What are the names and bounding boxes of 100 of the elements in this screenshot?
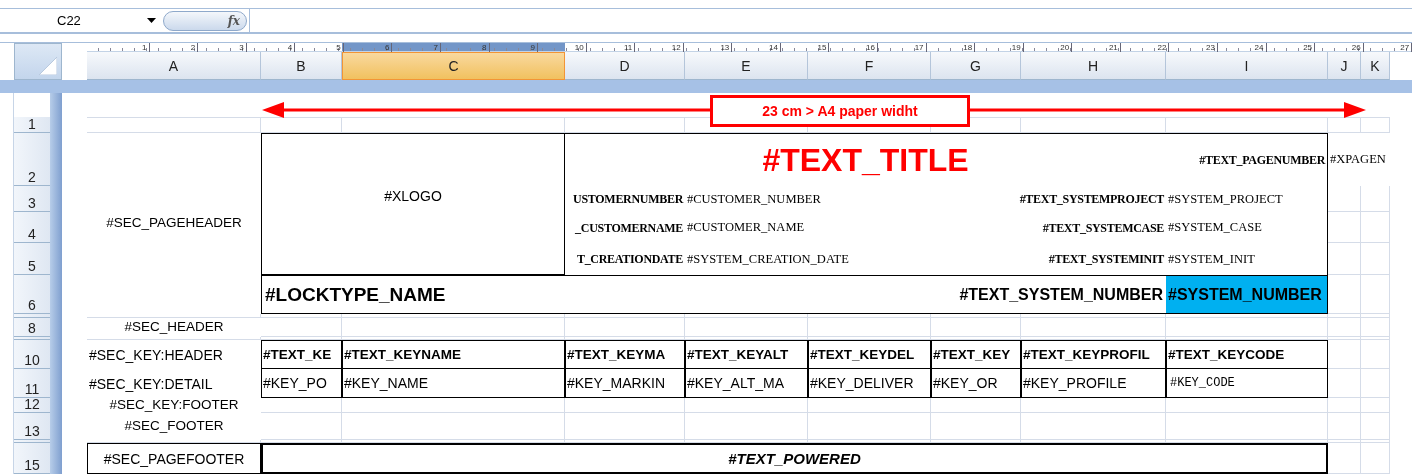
field-label: #TEXT_SYSTEMCASE xyxy=(931,212,1166,243)
ruler-number: 14 xyxy=(768,43,779,52)
ruler-number: 4 xyxy=(287,43,294,52)
highlighted-cell: #SYSTEM_NUMBER xyxy=(1166,275,1328,314)
column-heading: #TEXT_KEYALT xyxy=(685,340,808,369)
column-heading: #TEXT_KEYDEL xyxy=(808,340,931,369)
field-value: #CUSTOMER_NAME xyxy=(685,212,931,243)
row-header[interactable] xyxy=(14,314,50,318)
ruler-number: 20 xyxy=(1060,43,1071,52)
ruler-number: 16 xyxy=(866,43,876,52)
detail-cell: #KEY_OR xyxy=(931,369,1021,398)
detail-cell: #KEY_CODE xyxy=(1166,369,1328,398)
column-heading: #TEXT_KEYCODE xyxy=(1166,340,1328,369)
row-header[interactable]: 12 xyxy=(14,398,50,413)
field-value: #SYSTEM_CREATION_DATE xyxy=(685,243,931,275)
detail-cell: #KEY_NAME xyxy=(342,369,565,398)
column-header[interactable]: K xyxy=(1361,52,1390,80)
logo-placeholder-box: #XLOGO xyxy=(261,133,565,275)
field-label: _CUSTOMERNAME xyxy=(565,212,685,243)
ruler-number: 2 xyxy=(190,43,197,52)
ruler-number: 13 xyxy=(720,43,731,52)
field-value: #XPAGEN xyxy=(1328,133,1390,186)
detail-cell: #KEY_MARKIN xyxy=(565,369,685,398)
column-header[interactable]: H xyxy=(1021,52,1166,80)
ruler-number: 12 xyxy=(671,43,682,52)
ruler-number: 24 xyxy=(1254,43,1265,52)
row-header[interactable] xyxy=(14,440,50,443)
caret-icon[interactable] xyxy=(147,18,156,24)
name-box[interactable]: C22 xyxy=(14,9,160,32)
column-heading: #TEXT_KE xyxy=(261,340,342,369)
field-label: USTOMERNUMBER xyxy=(565,186,685,212)
column-header[interactable]: C xyxy=(342,52,565,80)
annotation-label: 23 cm > A4 paper widht xyxy=(710,95,970,127)
ruler-number: 5 xyxy=(336,43,342,52)
function-button[interactable]: fx xyxy=(163,10,247,31)
section-label: #SEC_KEY:DETAIL xyxy=(87,369,261,398)
triangle-icon xyxy=(39,57,57,75)
ruler-number: 8 xyxy=(482,43,488,52)
row-header[interactable]: 1 xyxy=(14,117,50,133)
row-header[interactable]: 5 xyxy=(14,243,50,275)
row-header[interactable] xyxy=(14,337,50,340)
field-label: #TEXT_PAGENUMBER xyxy=(1166,133,1328,186)
row-header[interactable]: 15 xyxy=(14,443,50,474)
ruler-number: 25 xyxy=(1303,43,1314,52)
row-header[interactable]: 2 xyxy=(14,133,50,186)
ruler-number: 10 xyxy=(574,43,585,52)
ruler-number: 6 xyxy=(384,43,391,52)
field-label: #TEXT_SYSTEMPROJECT xyxy=(931,186,1166,212)
column-header[interactable]: E xyxy=(685,52,808,80)
detail-cell: #KEY_ALT_MA xyxy=(685,369,808,398)
ruler-number: 18 xyxy=(963,43,974,52)
ruler-number: 1 xyxy=(142,43,148,52)
column-heading: #TEXT_KEY xyxy=(931,340,1021,369)
section-label: #SEC_KEY:HEADER xyxy=(87,340,261,369)
column-heading: #TEXT_KEYMA xyxy=(565,340,685,369)
row-header[interactable]: 8 xyxy=(14,318,50,337)
ruler-number: 11 xyxy=(623,43,634,52)
row-header[interactable]: 10 xyxy=(14,340,50,369)
ruler-number: 22 xyxy=(1157,43,1168,52)
ruler-number: 17 xyxy=(914,43,925,52)
field-value: #CUSTOMER_NUMBER xyxy=(685,186,931,212)
field-value: #SYSTEM_PROJECT xyxy=(1166,186,1328,212)
ruler-number: 7 xyxy=(433,43,439,52)
column-header[interactable]: J xyxy=(1328,52,1361,80)
detail-cell: #KEY_PROFILE xyxy=(1021,369,1166,398)
report-title: #TEXT_TITLE xyxy=(565,133,1166,186)
row-header[interactable]: 11 xyxy=(14,369,50,398)
field-label: #TEXT_SYSTEMINIT xyxy=(931,243,1166,275)
ruler-number: 26 xyxy=(1351,43,1362,52)
ruler-number: 23 xyxy=(1206,43,1216,52)
field-value: #SYSTEM_CASE xyxy=(1166,212,1328,243)
ruler-number: 9 xyxy=(530,43,537,52)
row-header[interactable]: 6 xyxy=(14,275,50,314)
section-label: #SEC_PAGEFOOTER xyxy=(87,443,261,474)
section-label: #SEC_FOOTER xyxy=(87,413,261,440)
column-header[interactable]: B xyxy=(261,52,342,80)
column-header[interactable]: I xyxy=(1166,52,1328,80)
select-all-button[interactable] xyxy=(14,43,62,80)
column-header[interactable]: A xyxy=(87,52,261,80)
detail-cell: #KEY_DELIVER xyxy=(808,369,931,398)
ruler-number: 3 xyxy=(239,43,245,52)
row-header[interactable]: 13 xyxy=(14,413,50,440)
column-heading: #TEXT_KEYNAME xyxy=(342,340,565,369)
column-heading: #TEXT_KEYPROFIL xyxy=(1021,340,1166,369)
ruler-number: 27 xyxy=(1400,43,1411,52)
footer-text: #TEXT_POWERED xyxy=(261,443,1328,474)
column-header[interactable]: D xyxy=(565,52,685,80)
row-header[interactable]: 3 xyxy=(14,186,50,212)
field-value: #SYSTEM_INIT xyxy=(1166,243,1328,275)
caption-text: #LOCKTYPE_NAME xyxy=(261,275,808,314)
section-label: #SEC_PAGEHEADER xyxy=(87,133,261,314)
ruler-number: 21 xyxy=(1108,43,1119,52)
ruler-number: 19 xyxy=(1011,43,1022,52)
section-label: #SEC_KEY:FOOTER xyxy=(87,398,261,413)
detail-cell: #KEY_PO xyxy=(261,369,342,398)
column-header[interactable]: G xyxy=(931,52,1021,80)
row-header[interactable]: 4 xyxy=(14,212,50,243)
column-header[interactable]: F xyxy=(808,52,931,80)
ruler-number: 15 xyxy=(817,43,828,52)
caption-text: #TEXT_SYSTEM_NUMBER xyxy=(808,275,1166,314)
